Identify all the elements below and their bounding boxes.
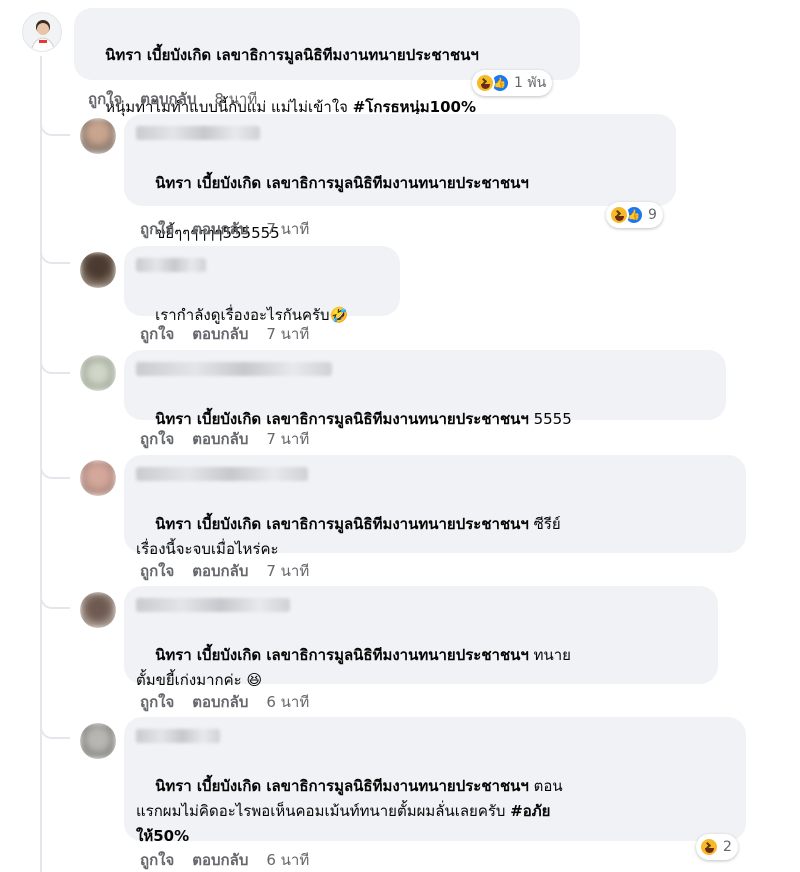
mention-link[interactable]: นิทรา เบี้ยบังเกิด เลขาธิการมูลนิธิทีมงา… [155, 777, 529, 795]
timestamp[interactable]: 7 นาที [266, 427, 309, 451]
thread-elbow [40, 112, 70, 136]
reply-button[interactable]: ตอบกลับ [192, 217, 248, 241]
mention-link[interactable]: นิทรา เบี้ยบังเกิด เลขาธิการมูลนิธิทีมงา… [155, 410, 529, 428]
reply-actions: ถูกใจ ตอบกลับ 6 นาที [140, 848, 309, 872]
reply-author-redacted [136, 126, 260, 140]
reply-button[interactable]: ตอบกลับ [192, 848, 248, 872]
thread-elbow [40, 715, 70, 739]
reply-bubble: นิทรา เบี้ยบังเกิด เลขาธิการมูลนิธิทีมงา… [124, 717, 746, 845]
reply-author-redacted [136, 258, 206, 272]
reaction-summary[interactable]: 2 [696, 834, 738, 860]
timestamp[interactable]: 8 นาที [214, 87, 257, 111]
reply-bubble: นิทรา เบี้ยบังเกิด เลขาธิการมูลนิธิทีมงา… [124, 455, 746, 558]
comment-actions: ถูกใจ ตอบกลับ 8 นาที [88, 87, 257, 111]
reply-button[interactable]: ตอบกลับ [192, 322, 248, 346]
reply-actions: ถูกใจ ตอบกลับ 7 นาที [140, 322, 309, 346]
haha-reaction-icon [475, 73, 495, 93]
like-button[interactable]: ถูกใจ [140, 559, 174, 583]
reply-author-redacted [136, 729, 220, 743]
profile-photo [30, 20, 56, 51]
haha-reaction-icon [609, 205, 629, 225]
reply-button[interactable]: ตอบกลับ [192, 427, 248, 451]
reaction-count: 2 [723, 839, 732, 855]
reaction-count: 1 พัน [514, 75, 547, 91]
mention-link[interactable]: นิทรา เบี้ยบังเกิด เลขาธิการมูลนิธิทีมงา… [155, 646, 529, 664]
reaction-count: 9 [648, 207, 657, 223]
timestamp[interactable]: 6 นาที [266, 848, 309, 872]
reply-button[interactable]: ตอบกลับ [140, 87, 196, 111]
reply-bubble: นิทรา เบี้ยบังเกิด เลขาธิการมูลนิธิทีมงา… [124, 586, 718, 689]
reply-actions: ถูกใจ ตอบกลับ 7 นาที [140, 217, 309, 241]
comment-author[interactable]: นิทรา เบี้ยบังเกิด เลขาธิการมูลนิธิทีมงา… [105, 46, 479, 64]
avatar[interactable] [80, 592, 116, 628]
avatar[interactable] [80, 118, 116, 154]
like-button[interactable]: ถูกใจ [140, 848, 174, 872]
mention-link[interactable]: นิทรา เบี้ยบังเกิด เลขาธิการมูลนิธิทีมงา… [155, 515, 529, 533]
like-button[interactable]: ถูกใจ [88, 87, 122, 111]
reply-actions: ถูกใจ ตอบกลับ 7 นาที [140, 559, 309, 583]
like-button[interactable]: ถูกใจ [140, 217, 174, 241]
timestamp[interactable]: 7 นาที [266, 559, 309, 583]
like-button[interactable]: ถูกใจ [140, 322, 174, 346]
reply-button[interactable]: ตอบกลับ [192, 559, 248, 583]
thread-elbow [40, 240, 70, 264]
reply-button[interactable]: ตอบกลับ [192, 690, 248, 714]
timestamp[interactable]: 7 นาที [266, 217, 309, 241]
thread-elbow [40, 350, 70, 374]
reply-author-redacted [136, 598, 290, 612]
timestamp[interactable]: 6 นาที [266, 690, 309, 714]
reply-bubble: เรากำลังดูเรื่องอะไรกันครับ🤣 [124, 246, 400, 324]
reply-text: 5555 [528, 410, 572, 428]
reply-author-redacted [136, 467, 308, 481]
reaction-summary[interactable]: 👍 1 พัน [472, 70, 553, 96]
like-button[interactable]: ถูกใจ [140, 690, 174, 714]
reply-bubble: นิทรา เบี้ยบังเกิด เลขาธิการมูลนิธิทีมงา… [124, 350, 726, 428]
reply-author-redacted [136, 362, 332, 376]
mention-link[interactable]: นิทรา เบี้ยบังเกิด เลขาธิการมูลนิธิทีมงา… [155, 174, 529, 192]
avatar[interactable] [22, 12, 62, 52]
thread-elbow [40, 585, 70, 609]
thread-elbow [40, 455, 70, 479]
avatar[interactable] [80, 723, 116, 759]
reply-actions: ถูกใจ ตอบกลับ 6 นาที [140, 690, 309, 714]
haha-reaction-icon [699, 837, 719, 857]
like-button[interactable]: ถูกใจ [140, 427, 174, 451]
reaction-summary[interactable]: 👍 9 [606, 202, 663, 228]
reply-bubble: นิทรา เบี้ยบังเกิด เลขาธิการมูลนิธิทีมงา… [124, 114, 676, 242]
avatar[interactable] [80, 460, 116, 496]
avatar[interactable] [80, 252, 116, 288]
reply-actions: ถูกใจ ตอบกลับ 7 นาที [140, 427, 309, 451]
timestamp[interactable]: 7 นาที [266, 322, 309, 346]
avatar[interactable] [80, 355, 116, 391]
